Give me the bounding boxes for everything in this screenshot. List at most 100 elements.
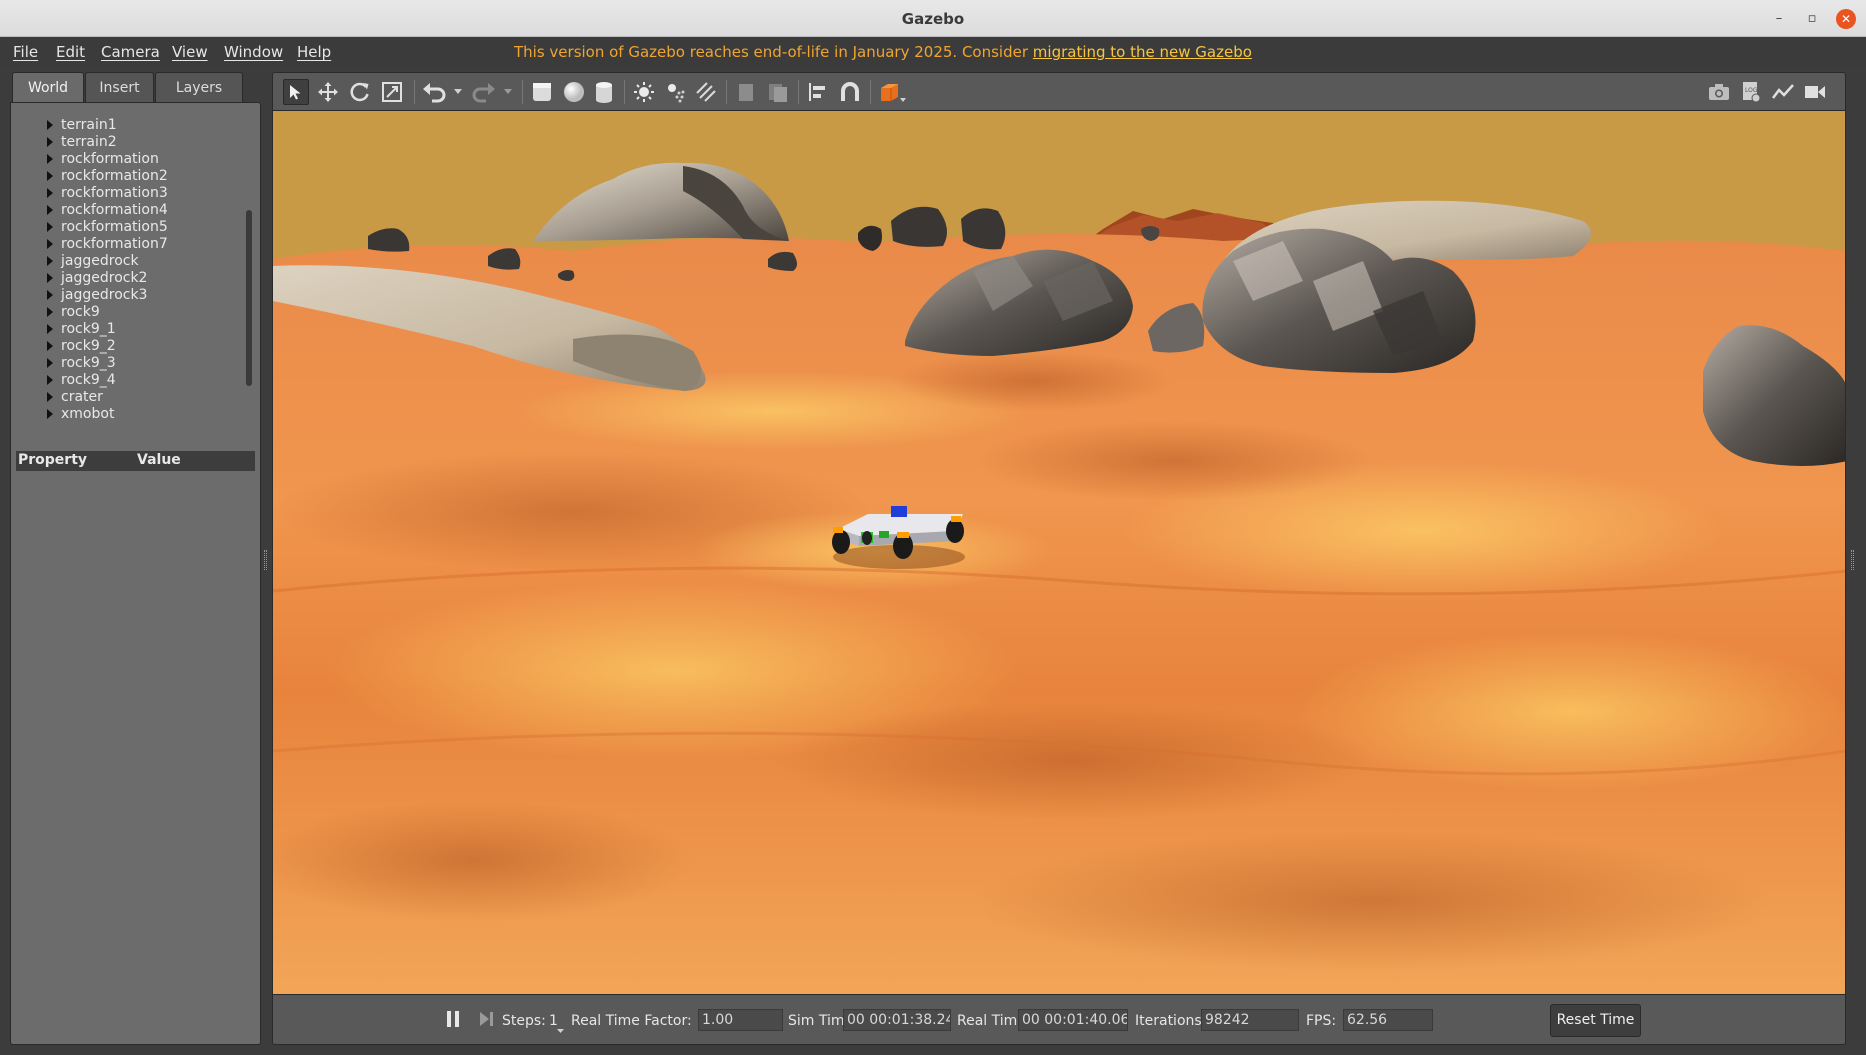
svg-text:LOG: LOG (1745, 87, 1758, 94)
expand-arrow-icon[interactable] (47, 154, 53, 164)
copy-icon[interactable] (733, 79, 759, 105)
pause-icon[interactable] (445, 1009, 461, 1033)
toolbar-separator (414, 80, 415, 104)
tab-world[interactable]: World (12, 72, 84, 102)
point-light-icon[interactable] (631, 79, 657, 105)
tab-layers[interactable]: Layers (155, 72, 243, 102)
expand-arrow-icon[interactable] (47, 256, 53, 266)
tree-item[interactable]: rockformation5 (11, 219, 241, 236)
redo-icon[interactable] (471, 79, 497, 105)
sphere-shape-icon[interactable] (561, 79, 587, 105)
rotate-mode-icon[interactable] (347, 79, 373, 105)
expand-arrow-icon[interactable] (47, 358, 53, 368)
menu-help[interactable]: Help (297, 43, 331, 61)
select-mode-icon[interactable] (283, 79, 309, 105)
toolbar-separator (798, 80, 799, 104)
minimize-icon[interactable]: – (1769, 9, 1789, 29)
tree-item[interactable]: rockformation7 (11, 236, 241, 253)
expand-arrow-icon[interactable] (47, 307, 53, 317)
menu-window[interactable]: Window (224, 43, 283, 61)
tree-item[interactable]: rockformation3 (11, 185, 241, 202)
scene-render (273, 111, 1845, 994)
sim-time-field: 00 00:01:38.242 (843, 1009, 951, 1031)
tree-item[interactable]: rockformation2 (11, 168, 241, 185)
undo-dropdown-icon[interactable] (451, 79, 465, 105)
expand-arrow-icon[interactable] (47, 222, 53, 232)
video-record-icon[interactable] (1802, 79, 1828, 105)
tree-item[interactable]: jaggedrock3 (11, 287, 241, 304)
tree-item[interactable]: rockformation4 (11, 202, 241, 219)
expand-arrow-icon[interactable] (47, 188, 53, 198)
migration-link[interactable]: migrating to the new Gazebo (1033, 43, 1252, 61)
tree-item-label: rockformation7 (61, 236, 168, 252)
tree-item[interactable]: rock9_3 (11, 355, 241, 372)
real-time-field: 00 00:01:40.067 (1018, 1009, 1128, 1031)
menu-file[interactable]: File (13, 43, 38, 61)
view-angle-icon[interactable] (877, 79, 909, 105)
expand-arrow-icon[interactable] (47, 409, 53, 419)
snap-icon[interactable] (837, 79, 863, 105)
iterations-field: 98242 (1201, 1009, 1299, 1031)
tree-item[interactable]: terrain2 (11, 134, 241, 151)
menu-bar: File Edit Camera View Window Help This v… (0, 37, 1866, 67)
menu-camera[interactable]: Camera (101, 43, 160, 61)
undo-icon[interactable] (421, 79, 447, 105)
expand-arrow-icon[interactable] (47, 290, 53, 300)
tree-item[interactable]: jaggedrock (11, 253, 241, 270)
spot-light-icon[interactable] (663, 79, 689, 105)
tree-item[interactable]: xmobot (11, 406, 241, 423)
render-viewport[interactable] (272, 110, 1846, 995)
expand-arrow-icon[interactable] (47, 392, 53, 402)
log-icon[interactable]: LOG (1738, 79, 1764, 105)
tree-item-label: crater (61, 389, 103, 405)
tab-insert[interactable]: Insert (85, 72, 154, 102)
box-shape-icon[interactable] (529, 79, 555, 105)
expand-arrow-icon[interactable] (47, 120, 53, 130)
expand-arrow-icon[interactable] (47, 341, 53, 351)
property-header: Property Value (16, 451, 255, 471)
simulation-status-bar: Steps: 1 Real Time Factor: 1.00 Sim Time… (272, 995, 1846, 1045)
paste-icon[interactable] (765, 79, 791, 105)
expand-arrow-icon[interactable] (47, 273, 53, 283)
reset-time-button[interactable]: Reset Time (1550, 1004, 1641, 1037)
tree-item-label: rock9_1 (61, 321, 116, 337)
translate-mode-icon[interactable] (315, 79, 341, 105)
menu-view[interactable]: View (172, 43, 208, 61)
align-icon[interactable] (805, 79, 831, 105)
cylinder-shape-icon[interactable] (591, 79, 617, 105)
property-column-header: Property (18, 452, 88, 468)
tree-item-label: rock9_3 (61, 355, 116, 371)
tree-item-label: terrain1 (61, 117, 117, 133)
directional-light-icon[interactable] (693, 79, 719, 105)
tree-item[interactable]: crater (11, 389, 241, 406)
plot-icon[interactable] (1770, 79, 1796, 105)
eol-notice-text: This version of Gazebo reaches end-of-li… (514, 43, 1033, 61)
steps-dropdown-icon[interactable] (557, 1019, 564, 1038)
expand-arrow-icon[interactable] (47, 239, 53, 249)
right-splitter-handle[interactable] (1851, 550, 1854, 570)
expand-arrow-icon[interactable] (47, 205, 53, 215)
expand-arrow-icon[interactable] (47, 324, 53, 334)
tree-scrollbar[interactable] (246, 210, 252, 386)
tree-item[interactable]: jaggedrock2 (11, 270, 241, 287)
close-icon[interactable]: ✕ (1836, 9, 1856, 29)
left-splitter-handle[interactable] (264, 550, 267, 570)
scale-mode-icon[interactable] (379, 79, 405, 105)
tree-item[interactable]: terrain1 (11, 117, 241, 134)
redo-dropdown-icon[interactable] (501, 79, 515, 105)
tree-item[interactable]: rock9_1 (11, 321, 241, 338)
value-column-header: Value (137, 452, 181, 468)
expand-arrow-icon[interactable] (47, 137, 53, 147)
tree-item-label: rock9_2 (61, 338, 116, 354)
screenshot-icon[interactable] (1706, 79, 1732, 105)
tree-item[interactable]: rockformation (11, 151, 241, 168)
tree-item[interactable]: rock9_4 (11, 372, 241, 389)
world-tree: terrain1 terrain2 rockformation rockformati… (11, 103, 251, 423)
expand-arrow-icon[interactable] (47, 375, 53, 385)
maximize-icon[interactable]: ▫ (1802, 9, 1822, 29)
step-forward-icon[interactable] (478, 1009, 496, 1033)
tree-item[interactable]: rock9 (11, 304, 241, 321)
menu-edit[interactable]: Edit (56, 43, 85, 61)
tree-item[interactable]: rock9_2 (11, 338, 241, 355)
expand-arrow-icon[interactable] (47, 171, 53, 181)
